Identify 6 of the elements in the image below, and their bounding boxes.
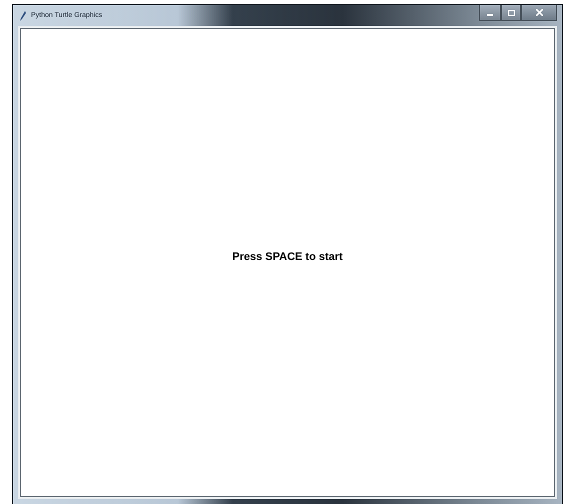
close-icon: [536, 9, 542, 16]
start-message: Press SPACE to start: [232, 250, 343, 262]
minimize-button[interactable]: [479, 5, 501, 21]
maximize-button[interactable]: [501, 5, 521, 21]
close-button[interactable]: [521, 5, 557, 21]
maximize-icon: [508, 10, 514, 16]
